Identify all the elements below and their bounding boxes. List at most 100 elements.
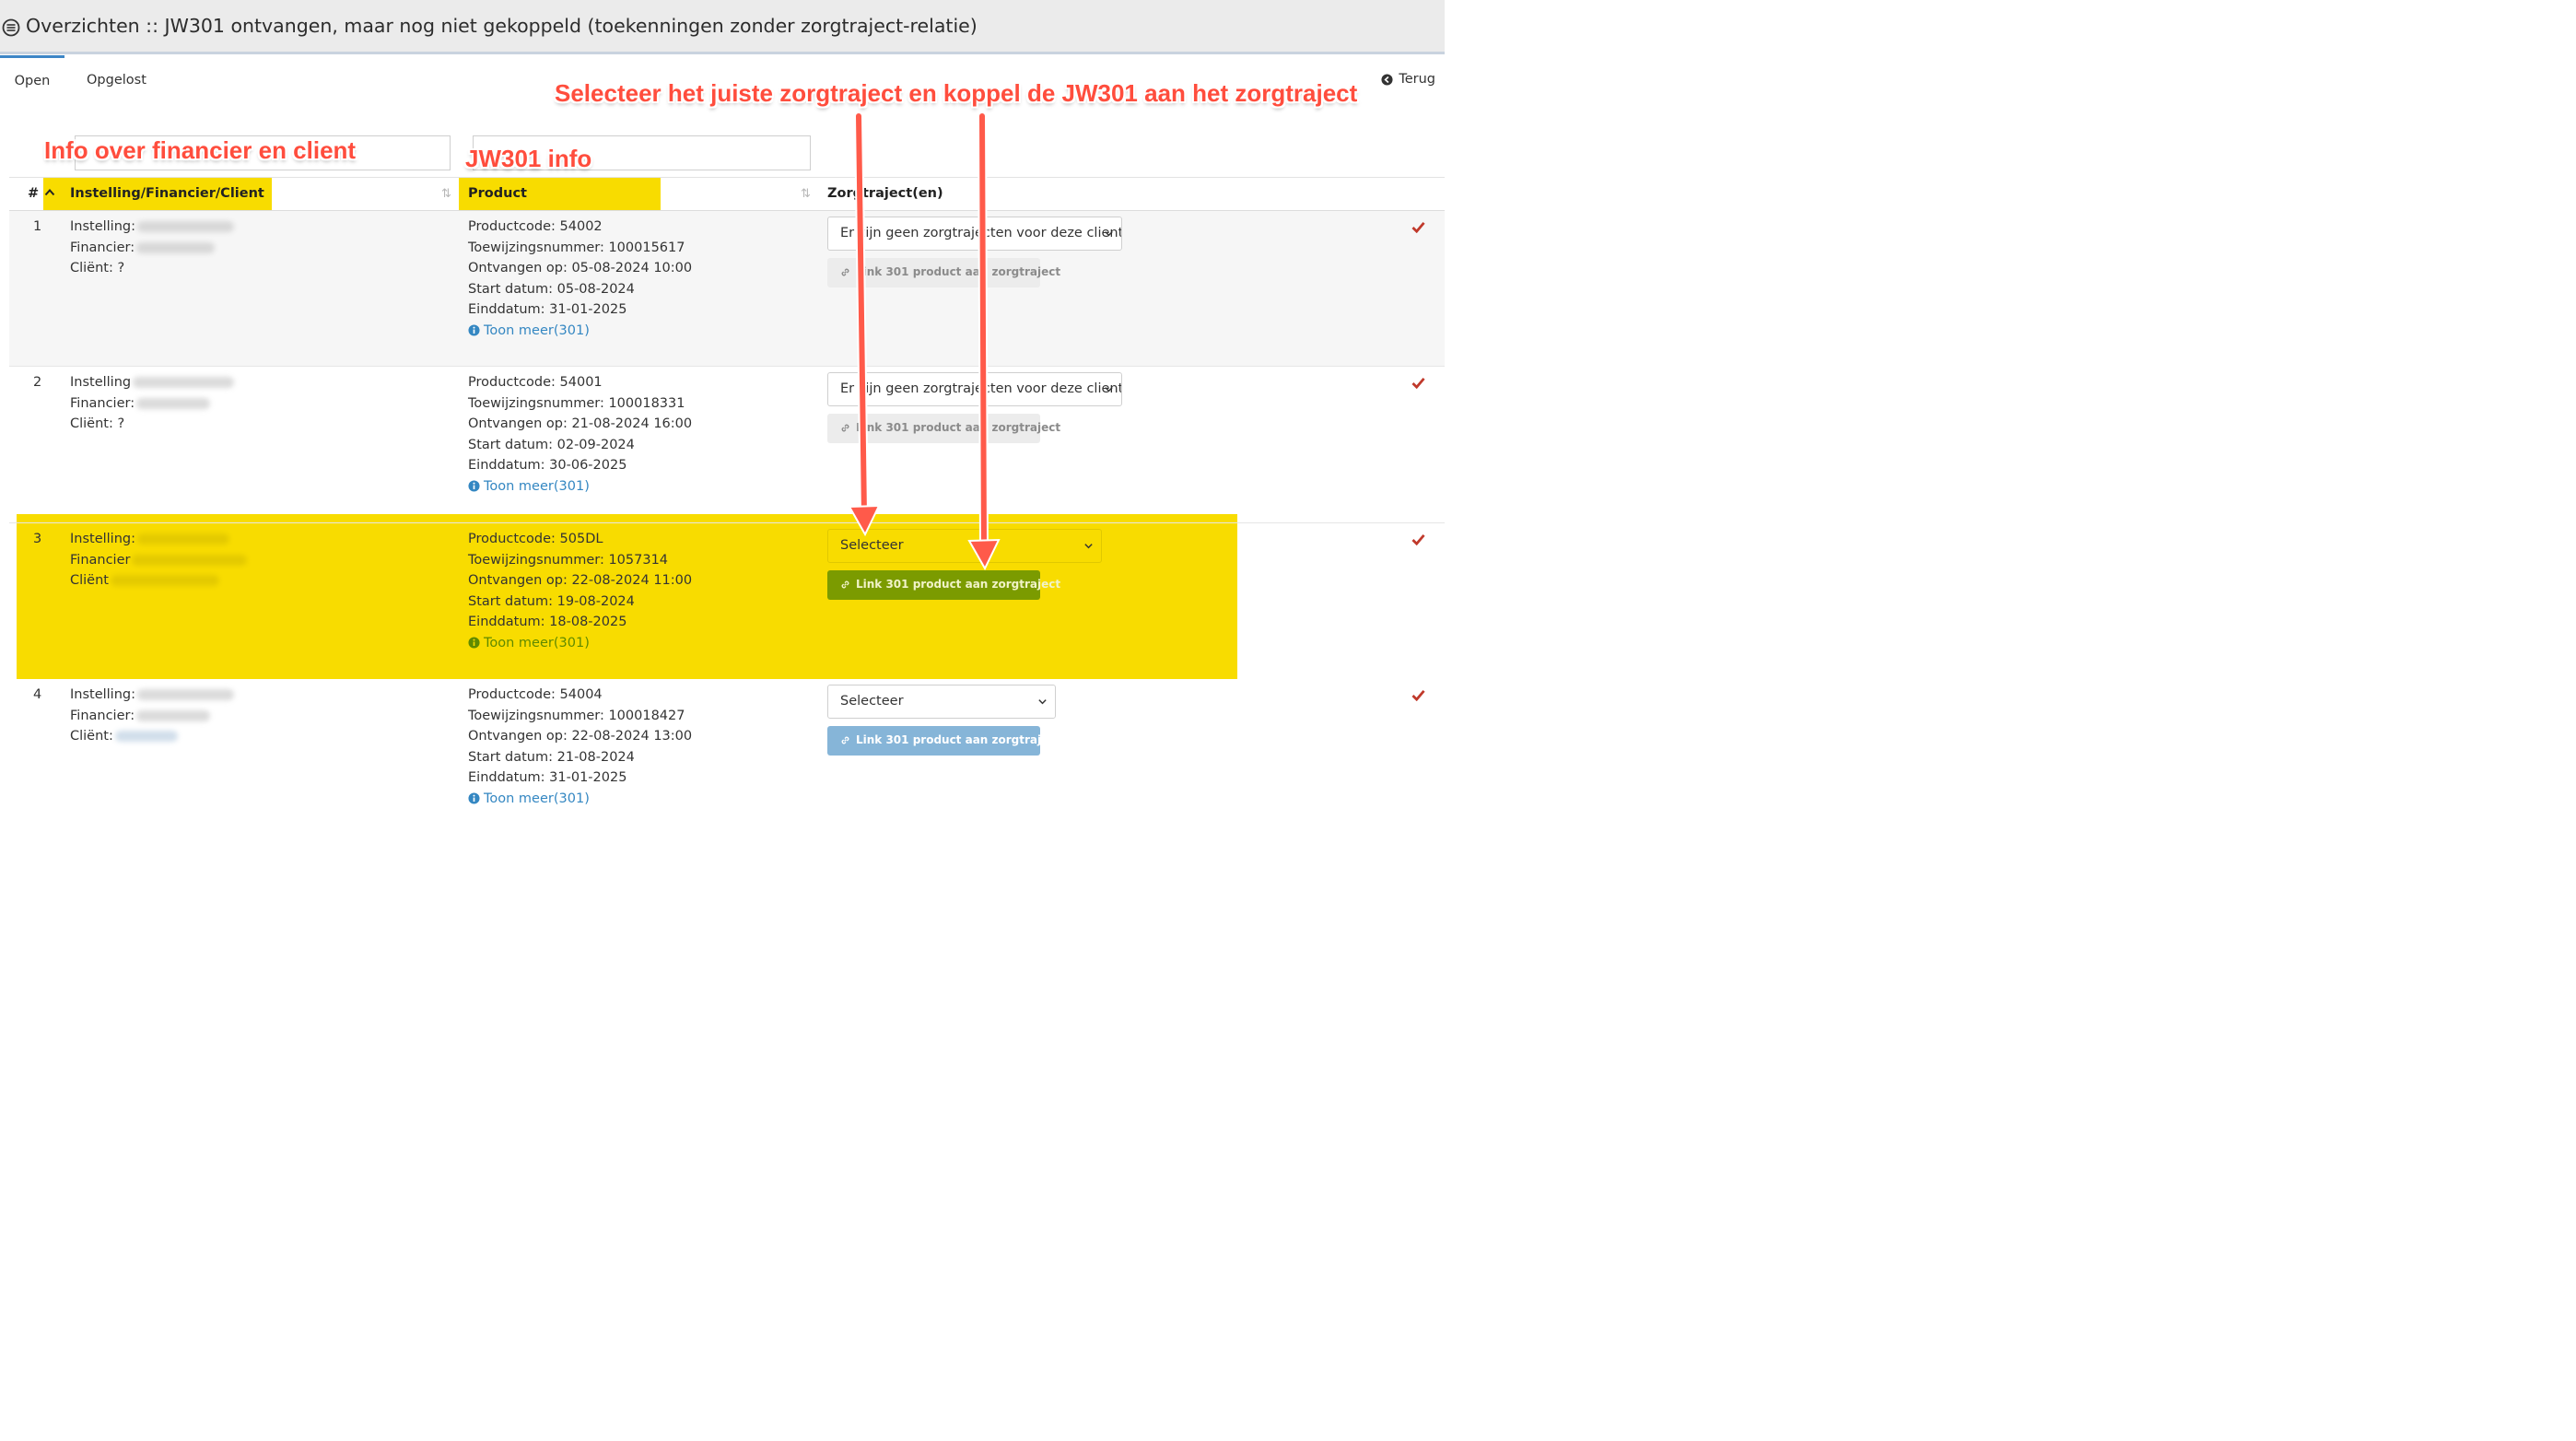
annotation-client-info: Info over financier en client bbox=[44, 136, 357, 164]
client-label: Cliënt bbox=[70, 573, 109, 588]
redacted-value bbox=[136, 397, 211, 409]
zorgtraject-select[interactable]: Selecteer bbox=[827, 529, 1102, 563]
toon-meer-link[interactable]: Toon meer(301) bbox=[468, 476, 590, 498]
productcode: Productcode: 54002 bbox=[468, 219, 603, 234]
start-datum: Start datum: 21-08-2024 bbox=[468, 749, 635, 765]
ontvangen-op: Ontvangen op: 22-08-2024 13:00 bbox=[468, 729, 693, 744]
einddatum: Einddatum: 31-01-2025 bbox=[468, 770, 627, 785]
instelling-label: Instelling: bbox=[70, 532, 135, 546]
redacted-value bbox=[114, 731, 178, 742]
product-cell: Productcode: 54001 Toewijzingsnummer: 10… bbox=[468, 372, 692, 497]
toon-meer-link[interactable]: Toon meer(301) bbox=[468, 321, 590, 342]
info-icon bbox=[468, 324, 480, 336]
select-value: Selecteer bbox=[840, 694, 904, 709]
toon-meer-label: Toon meer(301) bbox=[484, 478, 590, 494]
info-icon bbox=[468, 792, 480, 804]
financier-label: Financier: bbox=[70, 708, 135, 723]
toewijzingsnummer: Toewijzingsnummer: 100015617 bbox=[468, 240, 685, 255]
tab-opgelost[interactable]: Opgelost bbox=[87, 55, 146, 101]
productcode: Productcode: 54001 bbox=[468, 375, 603, 390]
ontvangen-op: Ontvangen op: 21-08-2024 16:00 bbox=[468, 416, 693, 431]
toon-meer-link[interactable]: Toon meer(301) bbox=[468, 633, 590, 654]
redacted-value bbox=[110, 575, 219, 586]
check-icon[interactable] bbox=[1411, 377, 1425, 389]
col-product-header[interactable]: Product bbox=[468, 186, 527, 201]
link-icon bbox=[841, 736, 849, 744]
redacted-value bbox=[132, 554, 248, 566]
arrow-left-circle-icon bbox=[1381, 73, 1393, 86]
link-product-label: Link 301 product aan zorgtraject bbox=[856, 578, 1061, 591]
einddatum: Einddatum: 30-06-2025 bbox=[468, 458, 627, 473]
link-product-button[interactable]: Link 301 product aan zorgtraject bbox=[827, 726, 1060, 756]
toon-meer-link[interactable]: Toon meer(301) bbox=[468, 789, 590, 810]
select-value: Er zijn geen zorgtrajecten voor deze cli… bbox=[840, 381, 1122, 396]
chevron-down-icon bbox=[1105, 387, 1113, 392]
check-icon[interactable] bbox=[1411, 533, 1425, 545]
link-icon bbox=[841, 580, 849, 589]
table-row: 2 Instelling Financier: Cliënt: ? Produc… bbox=[9, 367, 1445, 523]
client-cell: Instelling Financier: Cliënt: ? bbox=[70, 372, 235, 435]
annotation-instruction: Selecteer het juiste zorgtraject en kopp… bbox=[555, 79, 1358, 107]
sort-client-icon[interactable]: ⇅ bbox=[441, 187, 451, 201]
link-icon bbox=[841, 424, 849, 432]
back-button[interactable]: Terug bbox=[1381, 72, 1435, 87]
table-row: 3 Instelling: Financier Cliënt Productco… bbox=[9, 523, 1445, 679]
client-label: Cliënt: bbox=[70, 729, 113, 744]
client-cell: Instelling: Financier: Cliënt: ? bbox=[70, 217, 234, 279]
redacted-value bbox=[136, 241, 216, 253]
redacted-value bbox=[133, 377, 235, 388]
link-icon bbox=[841, 268, 849, 276]
link-product-button[interactable]: Link 301 product aan zorgtraject bbox=[827, 258, 1060, 287]
financier-label: Financier bbox=[70, 552, 131, 568]
link-product-label: Link 301 product aan zorgtraject bbox=[856, 421, 1061, 434]
row-number: 3 bbox=[33, 532, 42, 546]
client-cell: Instelling: Financier: Cliënt: bbox=[70, 685, 234, 747]
toon-meer-label: Toon meer(301) bbox=[484, 322, 590, 338]
info-icon bbox=[468, 480, 480, 492]
financier-label: Financier: bbox=[70, 240, 135, 255]
product-cell: Productcode: 54002 Toewijzingsnummer: 10… bbox=[468, 217, 692, 341]
table-header: # Instelling/Financier/Client ⇅ Product … bbox=[9, 177, 1445, 211]
sort-product-icon[interactable]: ⇅ bbox=[801, 187, 811, 201]
link-product-button[interactable]: Link 301 product aan zorgtraject bbox=[827, 414, 1060, 443]
einddatum: Einddatum: 18-08-2025 bbox=[468, 615, 627, 629]
redacted-value bbox=[137, 533, 229, 545]
toewijzingsnummer: Toewijzingsnummer: 100018331 bbox=[468, 395, 685, 411]
info-icon bbox=[468, 637, 480, 649]
page-title: Overzichten :: JW301 ontvangen, maar nog… bbox=[26, 15, 978, 37]
col-zorgtraject-header: Zorgtraject(en) bbox=[827, 186, 943, 201]
link-product-button[interactable]: Link 301 product aan zorgtraject bbox=[827, 570, 1060, 600]
start-datum: Start datum: 19-08-2024 bbox=[468, 593, 635, 609]
client-label: Cliënt: ? bbox=[70, 416, 125, 431]
zorgtraject-select[interactable]: Selecteer bbox=[827, 685, 1056, 719]
start-datum: Start datum: 02-09-2024 bbox=[468, 437, 635, 452]
list-circle-icon bbox=[2, 18, 20, 37]
client-cell: Instelling: Financier Cliënt bbox=[70, 529, 248, 592]
chevron-down-icon bbox=[1105, 231, 1113, 237]
product-cell: Productcode: 505DL Toewijzingsnummer: 10… bbox=[468, 529, 692, 653]
chevron-down-icon bbox=[1038, 699, 1047, 705]
check-icon[interactable] bbox=[1411, 689, 1425, 701]
row-number: 4 bbox=[33, 687, 42, 702]
tab-open[interactable]: Open bbox=[0, 55, 64, 101]
check-icon[interactable] bbox=[1411, 221, 1425, 233]
row-number: 2 bbox=[33, 375, 42, 390]
einddatum: Einddatum: 31-01-2025 bbox=[468, 302, 627, 317]
zorgtraject-select[interactable]: Er zijn geen zorgtrajecten voor deze cli… bbox=[827, 372, 1122, 406]
link-product-label: Link 301 product aan zorgtraject bbox=[856, 733, 1061, 746]
table-row: 4 Instelling: Financier: Cliënt: Product… bbox=[9, 679, 1445, 808]
chevron-down-icon bbox=[1084, 544, 1093, 549]
ontvangen-op: Ontvangen op: 05-08-2024 10:00 bbox=[468, 261, 693, 275]
zorgtraject-select[interactable]: Er zijn geen zorgtrajecten voor deze cli… bbox=[827, 217, 1122, 251]
col-client-header[interactable]: Instelling/Financier/Client bbox=[70, 186, 264, 201]
product-cell: Productcode: 54004 Toewijzingsnummer: 10… bbox=[468, 685, 692, 809]
sort-ascending-icon[interactable] bbox=[44, 187, 55, 198]
row-number: 1 bbox=[33, 219, 42, 234]
toewijzingsnummer: Toewijzingsnummer: 1057314 bbox=[468, 552, 669, 568]
ontvangen-op: Ontvangen op: 22-08-2024 11:00 bbox=[468, 573, 693, 588]
client-label: Cliënt: ? bbox=[70, 261, 125, 275]
redacted-value bbox=[137, 689, 234, 700]
productcode: Productcode: 505DL bbox=[468, 532, 603, 546]
back-label: Terug bbox=[1399, 72, 1435, 87]
link-product-label: Link 301 product aan zorgtraject bbox=[856, 265, 1061, 278]
